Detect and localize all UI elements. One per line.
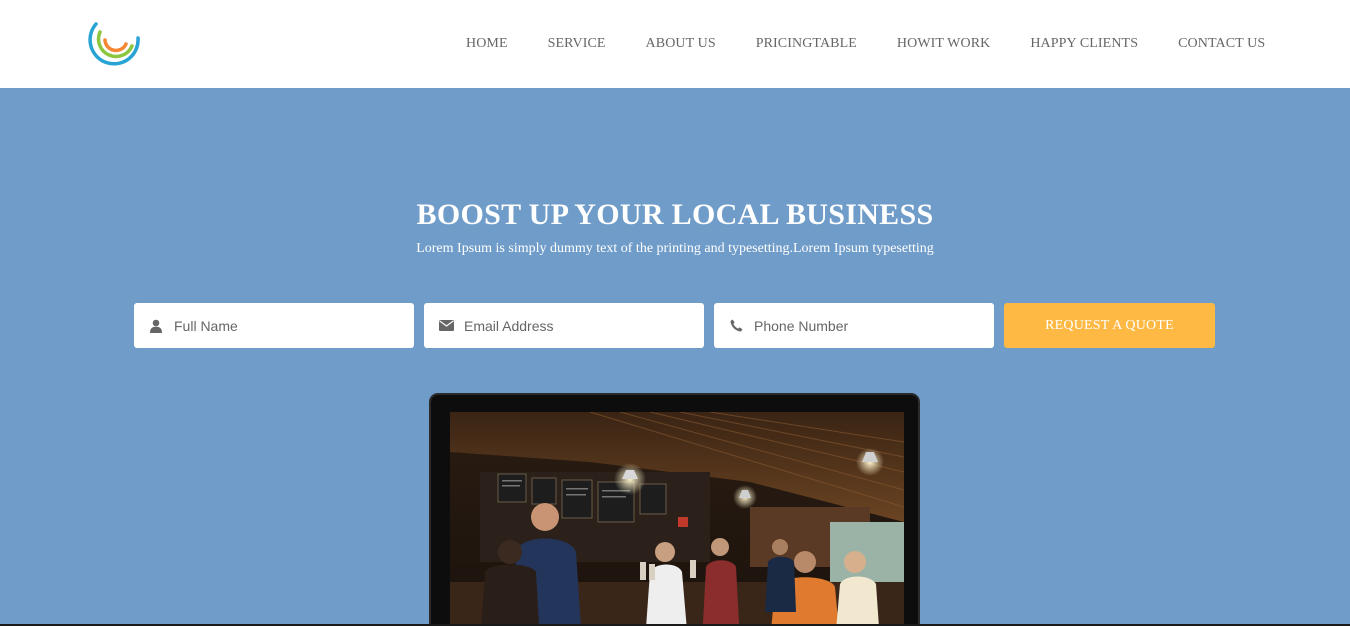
- cafe-interior-image: [450, 412, 904, 626]
- nav-contact-us[interactable]: CONTACT US: [1178, 36, 1265, 52]
- phone-field[interactable]: [714, 303, 994, 348]
- envelope-icon: [437, 318, 455, 334]
- user-icon: [147, 318, 165, 334]
- nav-how-it-work[interactable]: HOWIT WORK: [897, 36, 990, 52]
- phone-input[interactable]: [754, 305, 974, 346]
- full-name-input[interactable]: [174, 305, 394, 346]
- full-name-field[interactable]: [134, 303, 414, 348]
- nav-home[interactable]: HOME: [466, 36, 508, 52]
- hero-subtitle: Lorem Ipsum is simply dummy text of the …: [416, 241, 934, 256]
- nav-pricingtable[interactable]: PRICINGTABLE: [756, 36, 857, 52]
- hero-title: BOOST UP YOUR LOCAL BUSINESS: [416, 198, 934, 231]
- laptop-mockup: [429, 393, 920, 626]
- logo-icon[interactable]: [88, 18, 142, 70]
- nav-happy-clients[interactable]: HAPPY CLIENTS: [1030, 36, 1138, 52]
- nav-service[interactable]: SERVICE: [548, 36, 606, 52]
- request-quote-button[interactable]: REQUEST A QUOTE: [1004, 303, 1215, 348]
- site-header: HOME SERVICE ABOUT US PRICINGTABLE HOWIT…: [0, 0, 1350, 88]
- nav-about-us[interactable]: ABOUT US: [646, 36, 716, 52]
- phone-icon: [727, 318, 745, 334]
- email-field[interactable]: [424, 303, 704, 348]
- main-nav: HOME SERVICE ABOUT US PRICINGTABLE HOWIT…: [466, 36, 1265, 52]
- email-input[interactable]: [464, 305, 684, 346]
